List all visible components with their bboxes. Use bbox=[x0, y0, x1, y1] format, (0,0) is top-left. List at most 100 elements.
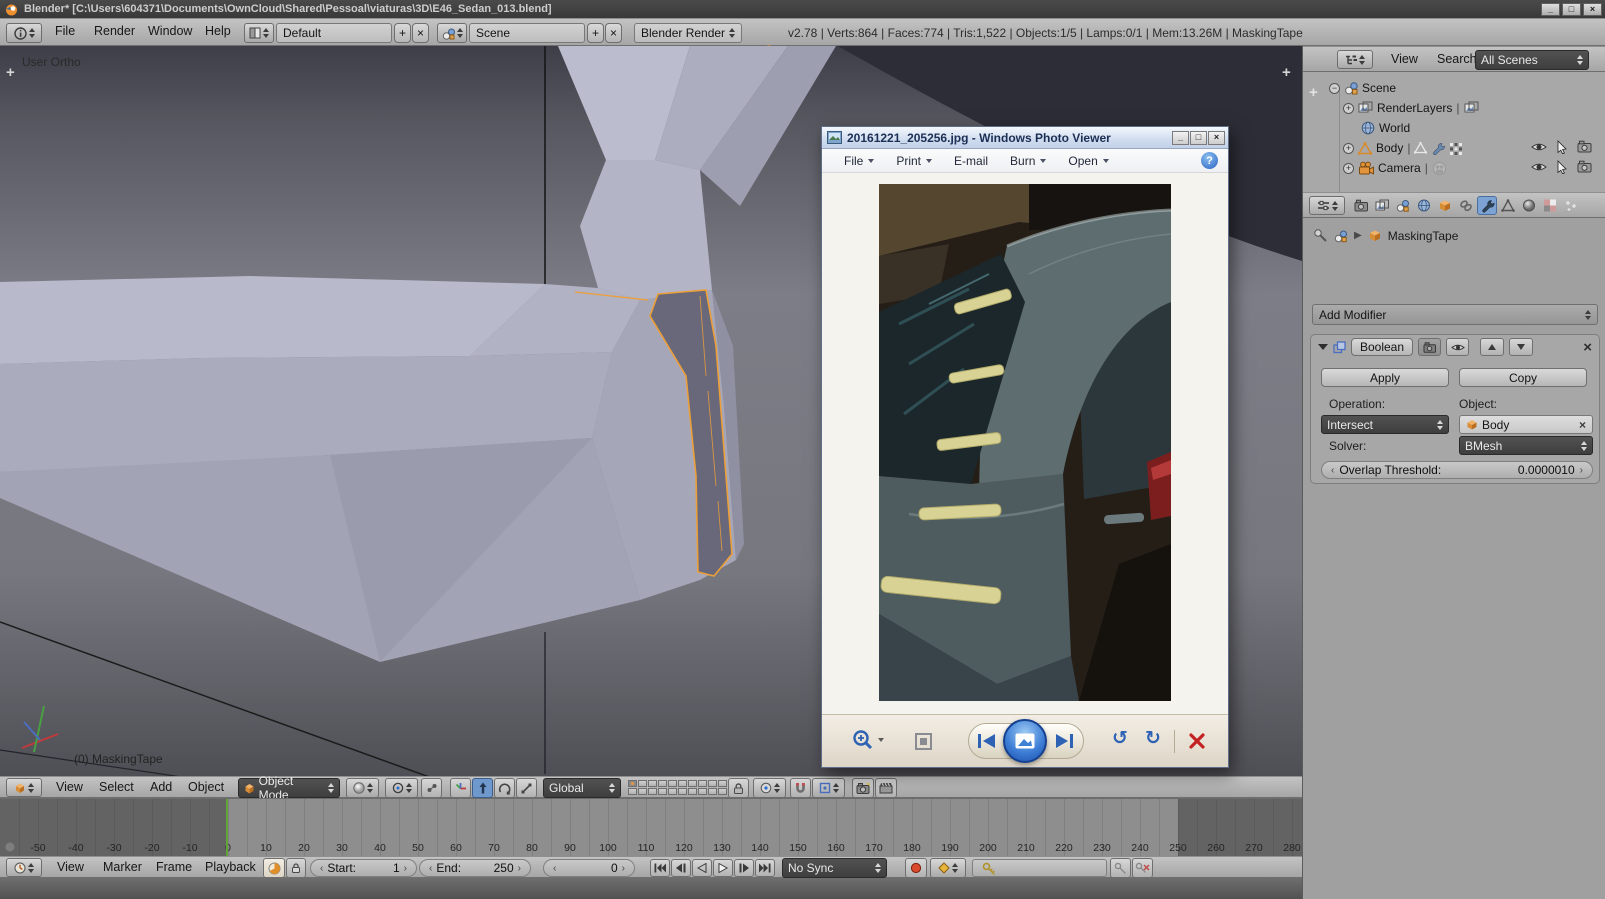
outliner-row-world[interactable]: World bbox=[1361, 118, 1410, 138]
tab-object[interactable] bbox=[1435, 196, 1455, 215]
start-frame-field[interactable]: ‹ Start: 1 › bbox=[310, 859, 417, 877]
scene-icon-button[interactable] bbox=[437, 23, 467, 43]
transform-orientation-select[interactable]: Global bbox=[543, 778, 621, 798]
snap-element-select[interactable] bbox=[812, 778, 845, 798]
viewport-shading-select[interactable] bbox=[346, 778, 379, 798]
menu-object[interactable]: Object bbox=[188, 780, 224, 794]
tab-world[interactable] bbox=[1414, 196, 1434, 215]
cursor-icon[interactable] bbox=[1556, 140, 1568, 154]
layer-cell[interactable] bbox=[718, 788, 727, 795]
manipulate-center-points-toggle[interactable] bbox=[421, 778, 442, 798]
proportional-edit-select[interactable] bbox=[753, 778, 786, 798]
minimize-button[interactable]: _ bbox=[1541, 2, 1560, 16]
jump-to-start-button[interactable] bbox=[650, 859, 670, 877]
modifier-delete-icon[interactable]: × bbox=[1583, 339, 1592, 356]
cursor-icon[interactable] bbox=[1556, 160, 1568, 174]
tab-texture[interactable] bbox=[1540, 196, 1560, 215]
clear-object-icon[interactable]: × bbox=[1579, 418, 1586, 432]
menu-marker[interactable]: Marker bbox=[103, 860, 142, 874]
menu-file[interactable]: File bbox=[55, 24, 75, 38]
rotate-clockwise-icon[interactable]: ↻ bbox=[1145, 727, 1161, 749]
menu-playback[interactable]: Playback bbox=[205, 860, 256, 874]
screen-layout-icon-button[interactable] bbox=[244, 23, 274, 43]
screen-layout-field[interactable]: Default bbox=[276, 23, 392, 43]
play-slideshow-button[interactable] bbox=[1003, 719, 1047, 763]
play-button[interactable] bbox=[713, 859, 733, 877]
rotate-manipulator-toggle[interactable] bbox=[494, 778, 515, 798]
layers-widget-b[interactable] bbox=[678, 780, 727, 795]
pv-menu-file[interactable]: File bbox=[844, 154, 875, 168]
render-opengl-animation-button[interactable] bbox=[875, 778, 897, 798]
modifier-move-down-button[interactable] bbox=[1509, 338, 1533, 356]
photo-viewer-window[interactable]: 20161221_205256.jpg - Windows Photo View… bbox=[821, 126, 1229, 768]
keying-set-type-select[interactable] bbox=[930, 858, 966, 878]
mode-select[interactable]: Object Mode bbox=[238, 774, 340, 802]
overlap-threshold-slider[interactable]: ‹ Overlap Threshold: 0.0000010 › bbox=[1321, 461, 1593, 479]
layer-cell[interactable] bbox=[718, 780, 727, 787]
outliner-row-camera[interactable]: + Camera | bbox=[1343, 158, 1447, 178]
layer-cell[interactable] bbox=[708, 788, 717, 795]
layer-cell[interactable] bbox=[678, 788, 687, 795]
outliner-row-renderlayers[interactable]: + RenderLayers | bbox=[1343, 98, 1479, 118]
zoom-button[interactable] bbox=[852, 729, 884, 751]
solver-select[interactable]: BMesh bbox=[1459, 436, 1593, 455]
eye-icon[interactable] bbox=[1531, 140, 1547, 154]
layer-cell[interactable] bbox=[648, 780, 657, 787]
pv-minimize-button[interactable]: _ bbox=[1172, 130, 1189, 145]
expand-toggle-icon[interactable]: + bbox=[1343, 162, 1354, 174]
collapse-toggle-icon[interactable]: − bbox=[1329, 82, 1340, 94]
modifier-name-field[interactable]: Boolean bbox=[1351, 338, 1413, 356]
menu-view[interactable]: View bbox=[56, 780, 83, 794]
manipulator-axes-toggle[interactable] bbox=[450, 778, 471, 798]
pin-icon[interactable] bbox=[1313, 228, 1328, 243]
menu-view-timeline[interactable]: View bbox=[57, 860, 84, 874]
camera-restrict-icon[interactable] bbox=[1577, 160, 1593, 173]
modifier-move-up-button[interactable] bbox=[1480, 338, 1504, 356]
menu-render[interactable]: Render bbox=[94, 24, 135, 38]
render-opengl-button[interactable] bbox=[852, 778, 874, 798]
outliner-menu-view[interactable]: View bbox=[1391, 52, 1418, 66]
delete-layout-button[interactable]: × bbox=[412, 23, 429, 43]
delete-image-icon[interactable] bbox=[1188, 732, 1206, 750]
tab-render[interactable] bbox=[1351, 196, 1371, 215]
add-modifier-select[interactable]: Add Modifier bbox=[1312, 304, 1598, 325]
render-engine-select[interactable]: Blender Render bbox=[634, 23, 742, 43]
snap-toggle[interactable] bbox=[790, 778, 811, 798]
next-image-icon[interactable] bbox=[1054, 732, 1074, 750]
previous-image-icon[interactable] bbox=[977, 732, 997, 750]
jump-next-keyframe-button[interactable] bbox=[734, 859, 754, 877]
pv-menu-burn[interactable]: Burn bbox=[1010, 154, 1047, 168]
layer-cell[interactable] bbox=[648, 788, 657, 795]
layer-cell[interactable] bbox=[638, 788, 647, 795]
tab-render-layers[interactable] bbox=[1372, 196, 1392, 215]
pv-menu-email[interactable]: E-mail bbox=[954, 154, 988, 168]
layer-cell[interactable] bbox=[668, 780, 677, 787]
rotate-counterclockwise-icon[interactable]: ↺ bbox=[1112, 727, 1128, 749]
outliner-row-body[interactable]: + Body | bbox=[1343, 138, 1463, 158]
delete-scene-button[interactable]: × bbox=[605, 23, 622, 43]
layer-cell[interactable] bbox=[628, 788, 637, 795]
modifier-viewport-toggle[interactable] bbox=[1446, 338, 1469, 356]
editor-type-button-timeline[interactable] bbox=[6, 858, 42, 877]
play-reverse-button[interactable] bbox=[692, 859, 712, 877]
current-frame-field[interactable]: ‹ 0 › bbox=[543, 859, 635, 877]
layer-cell[interactable] bbox=[708, 780, 717, 787]
scale-manipulator-toggle[interactable] bbox=[516, 778, 537, 798]
menu-window[interactable]: Window bbox=[148, 24, 192, 38]
close-button[interactable]: × bbox=[1583, 2, 1602, 16]
operation-select[interactable]: Intersect bbox=[1321, 415, 1449, 434]
layers-widget-a[interactable] bbox=[628, 780, 677, 795]
outliner-menu-search[interactable]: Search bbox=[1437, 52, 1477, 66]
modifier-render-toggle[interactable] bbox=[1418, 338, 1441, 356]
outliner-filter-select[interactable]: All Scenes bbox=[1475, 50, 1589, 70]
pivot-point-select[interactable] bbox=[385, 778, 418, 798]
end-frame-field[interactable]: ‹ End: 250 › bbox=[419, 859, 531, 877]
panel-collapse-icon[interactable] bbox=[1318, 344, 1328, 350]
add-layout-button[interactable]: + bbox=[394, 23, 411, 43]
fit-to-window-icon[interactable] bbox=[914, 732, 933, 751]
layer-cell[interactable] bbox=[678, 780, 687, 787]
pv-menu-open[interactable]: Open bbox=[1068, 154, 1109, 168]
layer-cell[interactable] bbox=[668, 788, 677, 795]
outliner-row-scene[interactable]: − Scene bbox=[1329, 78, 1396, 98]
keying-set-field[interactable] bbox=[972, 859, 1107, 877]
